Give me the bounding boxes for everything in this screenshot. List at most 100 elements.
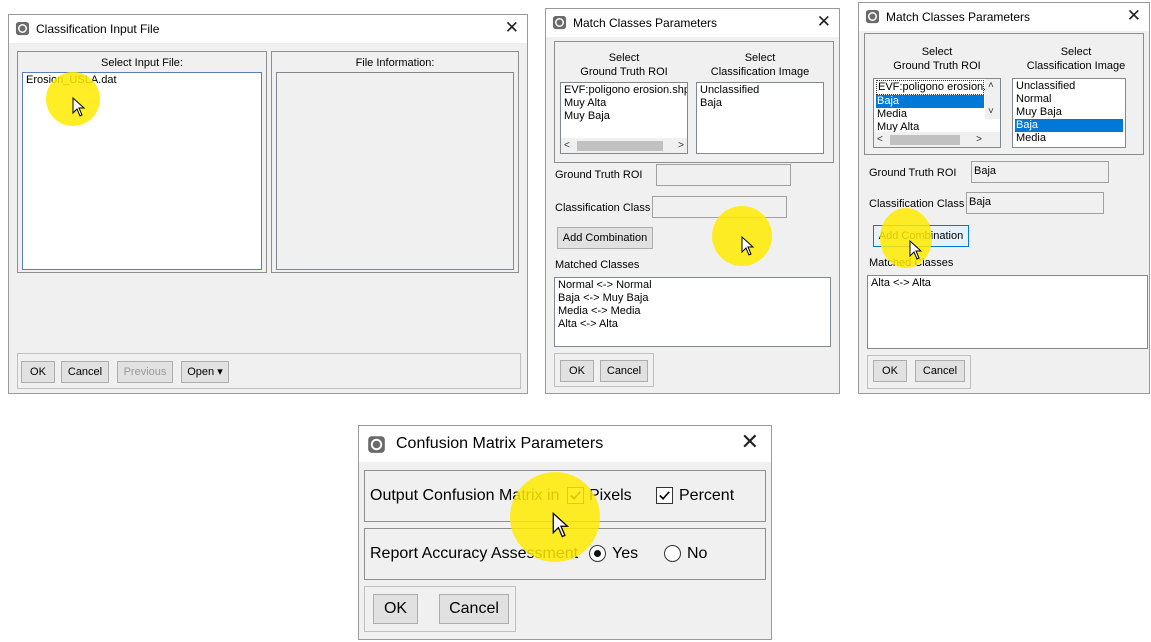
scroll-left-icon[interactable]: < (564, 139, 570, 152)
close-icon[interactable]: ✕ (1127, 6, 1141, 26)
cancel-button[interactable]: Cancel (915, 360, 965, 382)
close-icon[interactable]: ✕ (741, 431, 759, 453)
ok-button[interactable]: OK (873, 360, 907, 382)
envi-app-icon (865, 9, 880, 24)
percent-label: Percent (679, 487, 735, 504)
ground-truth-label: Ground Truth ROI (869, 167, 957, 179)
matched-classes-list[interactable]: Alta <-> Alta (867, 275, 1148, 349)
yes-radio[interactable] (589, 545, 606, 562)
matched-classes-list[interactable]: Normal <-> Normal Baja <-> Muy Baja Medi… (554, 277, 831, 347)
roi-item-selected[interactable]: Baja (876, 95, 984, 108)
ok-button[interactable]: OK (373, 594, 418, 624)
title-bar[interactable]: Match Classes Parameters ✕ (859, 3, 1149, 31)
yes-label: Yes (612, 545, 639, 562)
roi-horizontal-scrollbar[interactable]: < > (874, 132, 1000, 147)
classification-class-label: Classification Class (869, 198, 965, 210)
mouse-cursor-icon (909, 240, 923, 260)
ok-button[interactable]: OK (560, 360, 594, 382)
scroll-right-icon[interactable]: > (976, 133, 982, 146)
envi-app-icon (15, 21, 30, 36)
select-input-label: Select Input File: (101, 57, 183, 69)
report-accuracy-label: Report Accuracy Assessment (370, 545, 579, 562)
file-info-panel (276, 72, 514, 270)
window-title: Classification Input File (36, 22, 160, 36)
roi-item[interactable]: EVF:poligono erosion.shp (563, 84, 687, 97)
matched-classes-label: Matched Classes (555, 259, 640, 271)
match-classes-window-2: Match Classes Parameters ✕ Select Ground… (858, 2, 1150, 394)
percent-checkbox[interactable] (656, 487, 673, 504)
class-column-header: Select Classification Image (710, 52, 810, 78)
envi-app-icon (552, 15, 567, 30)
class-item[interactable]: Unclassified (699, 84, 821, 97)
radio-selected-dot (594, 550, 601, 557)
matched-item[interactable]: Normal <-> Normal (557, 279, 828, 292)
scroll-right-icon[interactable]: > (678, 139, 684, 152)
file-item[interactable]: Erosion_USLA.dat (25, 74, 259, 87)
output-matrix-label: Output Confusion Matrix in (370, 487, 560, 504)
scroll-left-icon[interactable]: < (877, 133, 883, 146)
roi-list[interactable]: EVF:poligono erosion.shp Muy Alta Muy Ba… (560, 82, 688, 154)
class-item[interactable]: Baja (699, 97, 821, 110)
classification-class-field[interactable] (652, 196, 787, 218)
roi-vertical-scrollbar[interactable]: ˄ ˅ (985, 79, 1000, 119)
roi-horizontal-scrollbar[interactable]: < > (561, 138, 687, 153)
ok-button[interactable]: OK (21, 361, 55, 383)
file-info-group: File Information: (271, 51, 519, 273)
match-classes-window-1: Match Classes Parameters ✕ Select Ground… (545, 8, 840, 394)
matched-item[interactable]: Alta <-> Alta (870, 277, 1145, 290)
scroll-thumb[interactable] (890, 135, 960, 145)
close-icon[interactable]: ✕ (505, 18, 519, 38)
window-title: Match Classes Parameters (573, 16, 718, 30)
open-button[interactable]: Open ▾ (181, 361, 229, 383)
cancel-button[interactable]: Cancel (600, 360, 648, 382)
input-file-list[interactable]: Erosion_USLA.dat (22, 72, 262, 270)
previous-button[interactable]: Previous (117, 361, 173, 383)
roi-item[interactable]: EVF:poligono erosion. (876, 80, 986, 95)
window-title: Match Classes Parameters (886, 10, 1031, 24)
matched-item[interactable]: Media <-> Media (557, 305, 828, 318)
mouse-cursor-icon (72, 97, 86, 117)
mouse-cursor-icon (552, 512, 570, 538)
classification-class-field[interactable]: Baja (966, 192, 1104, 214)
classification-input-window: Classification Input File ✕ Select Input… (8, 14, 528, 394)
scroll-thumb[interactable] (577, 141, 663, 151)
scroll-down-icon[interactable]: ˅ (988, 105, 994, 118)
class-item[interactable]: Normal (1015, 93, 1123, 106)
roi-column-header: Select Ground Truth ROI (580, 52, 668, 78)
select-input-group: Select Input File: Erosion_USLA.dat (17, 51, 267, 273)
ground-truth-field[interactable] (656, 164, 791, 186)
no-label: No (687, 545, 708, 562)
class-item[interactable]: Media (1015, 132, 1123, 145)
roi-item[interactable]: Muy Alta (563, 97, 685, 110)
classification-list[interactable]: Unclassified Normal Muy Baja Baja Media (1012, 78, 1126, 148)
envi-app-icon (368, 436, 385, 453)
class-item[interactable]: Muy Baja (1015, 106, 1123, 119)
cancel-button[interactable]: Cancel (61, 361, 109, 383)
matched-item[interactable]: Baja <-> Muy Baja (557, 292, 828, 305)
roi-item[interactable]: Media (876, 108, 998, 121)
add-combination-button[interactable]: Add Combination (557, 227, 653, 249)
pixels-checkbox[interactable] (567, 487, 584, 504)
window-title: Confusion Matrix Parameters (396, 435, 604, 452)
scroll-up-icon[interactable]: ˄ (988, 79, 994, 92)
cancel-button[interactable]: Cancel (439, 594, 509, 624)
roi-item[interactable]: Muy Baja (563, 110, 685, 123)
matched-item[interactable]: Alta <-> Alta (557, 318, 828, 331)
title-bar[interactable]: Confusion Matrix Parameters ✕ (359, 426, 771, 462)
class-column-header: Select Classification Image (1026, 46, 1126, 72)
file-info-label: File Information: (355, 57, 435, 69)
pixels-label: Pixels (589, 487, 632, 504)
close-icon[interactable]: ✕ (817, 12, 831, 32)
ground-truth-field[interactable]: Baja (971, 161, 1109, 183)
title-bar[interactable]: Classification Input File ✕ (9, 15, 527, 43)
classification-class-label: Classification Class (555, 202, 651, 214)
roi-list[interactable]: EVF:poligono erosion. Baja Media Muy Alt… (873, 78, 1001, 148)
class-item-selected[interactable]: Baja (1015, 119, 1123, 132)
classification-list[interactable]: Unclassified Baja (696, 82, 824, 154)
class-item[interactable]: Unclassified (1015, 80, 1123, 93)
roi-column-header: Select Ground Truth ROI (893, 46, 981, 72)
mouse-cursor-icon (741, 236, 755, 256)
no-radio[interactable] (664, 545, 681, 562)
ground-truth-label: Ground Truth ROI (555, 169, 643, 181)
title-bar[interactable]: Match Classes Parameters ✕ (546, 9, 839, 37)
